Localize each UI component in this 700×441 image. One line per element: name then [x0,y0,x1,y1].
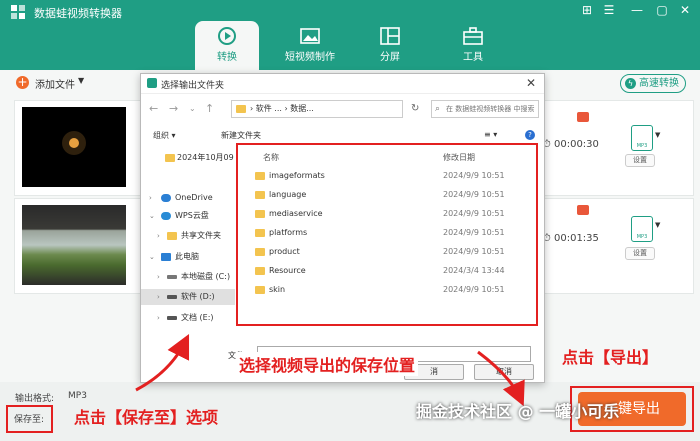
arrow-to-export [477,350,525,407]
app-window: 数据蛙视频转换器 ⊞ ☰ — ▢ ✕ 转换 短视频制作 分屏 工具 + 添加文件… [0,0,700,441]
annotation-click-export: 点击【导出】 [562,348,659,367]
annotation-click-save-to: 点击【保存至】选项 [74,408,219,427]
watermark-text: 掘金技术社区 @ 一罐小可乐 [416,402,620,421]
arrow-to-dialog [135,333,190,392]
annotation-choose-location: 选择视频导出的保存位置 [236,352,419,376]
